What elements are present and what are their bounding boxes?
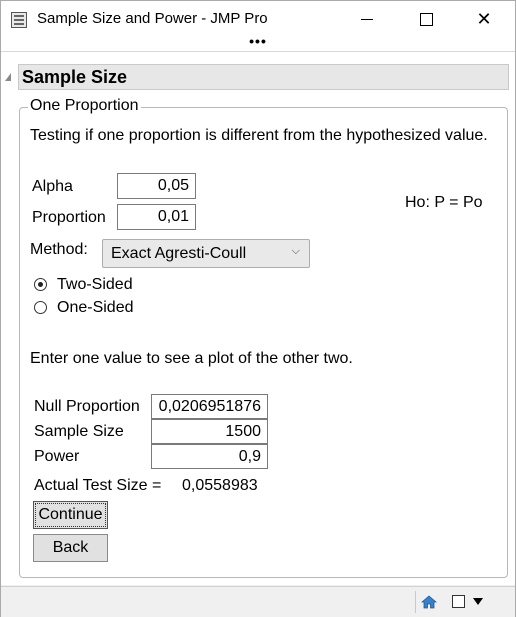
proportion-label: Proportion bbox=[32, 209, 106, 226]
menu-expander[interactable]: ••• bbox=[1, 34, 515, 52]
dropdown-arrow-icon[interactable] bbox=[473, 598, 483, 605]
app-window: Sample Size and Power - JMP Pro ✕ ••• Sa… bbox=[0, 0, 516, 617]
minimize-button[interactable] bbox=[344, 1, 390, 37]
chevron-down-icon: ⌵ bbox=[291, 245, 300, 257]
disclosure-triangle-icon[interactable] bbox=[5, 73, 11, 81]
two-sided-label: Two-Sided bbox=[57, 276, 133, 293]
method-select[interactable]: Exact Agresti-Coull ⌵ bbox=[102, 239, 310, 268]
outline-header[interactable]: Sample Size bbox=[18, 64, 509, 90]
power-input[interactable]: 0,9 bbox=[151, 444, 268, 469]
null-proportion-input[interactable]: 0,0206951876 bbox=[151, 394, 268, 419]
group-label: One Proportion bbox=[28, 97, 141, 115]
jmp-app-icon bbox=[11, 12, 27, 28]
hypothesis-text: Ho: P = Po bbox=[405, 194, 483, 211]
continue-button[interactable]: Continue bbox=[33, 501, 108, 529]
description-text: Testing if one proportion is different f… bbox=[30, 127, 488, 144]
actual-test-size-label: Actual Test Size = bbox=[34, 477, 162, 494]
status-divider bbox=[415, 591, 416, 613]
actual-test-size-value: 0,0558983 bbox=[182, 477, 258, 494]
window-title: Sample Size and Power - JMP Pro bbox=[37, 10, 268, 27]
alpha-input[interactable]: 0,05 bbox=[117, 173, 196, 199]
square-icon[interactable] bbox=[452, 595, 465, 608]
outline-title: Sample Size bbox=[22, 67, 128, 87]
maximize-icon bbox=[419, 12, 433, 26]
status-bar bbox=[1, 586, 515, 617]
one-sided-label: One-Sided bbox=[57, 299, 134, 316]
home-icon[interactable] bbox=[421, 595, 437, 609]
null-proportion-label: Null Proportion bbox=[34, 398, 140, 415]
close-button[interactable]: ✕ bbox=[461, 1, 507, 37]
maximize-button[interactable] bbox=[403, 1, 449, 37]
title-bar[interactable]: Sample Size and Power - JMP Pro ✕ bbox=[1, 1, 515, 37]
sample-size-input[interactable]: 1500 bbox=[151, 419, 268, 444]
proportion-input[interactable]: 0,01 bbox=[117, 204, 196, 230]
minimize-icon bbox=[361, 18, 373, 20]
report-content: Sample Size One Proportion Testing if on… bbox=[1, 52, 515, 585]
sample-size-label: Sample Size bbox=[34, 423, 124, 440]
alpha-label: Alpha bbox=[32, 178, 73, 195]
two-sided-radio[interactable] bbox=[34, 278, 47, 291]
close-icon: ✕ bbox=[476, 9, 492, 29]
power-label: Power bbox=[34, 448, 80, 465]
method-selected-value: Exact Agresti-Coull bbox=[111, 245, 247, 262]
instruction-text: Enter one value to see a plot of the oth… bbox=[30, 350, 353, 367]
method-label: Method: bbox=[30, 241, 88, 258]
one-sided-radio[interactable] bbox=[34, 301, 47, 314]
back-button[interactable]: Back bbox=[33, 534, 108, 562]
